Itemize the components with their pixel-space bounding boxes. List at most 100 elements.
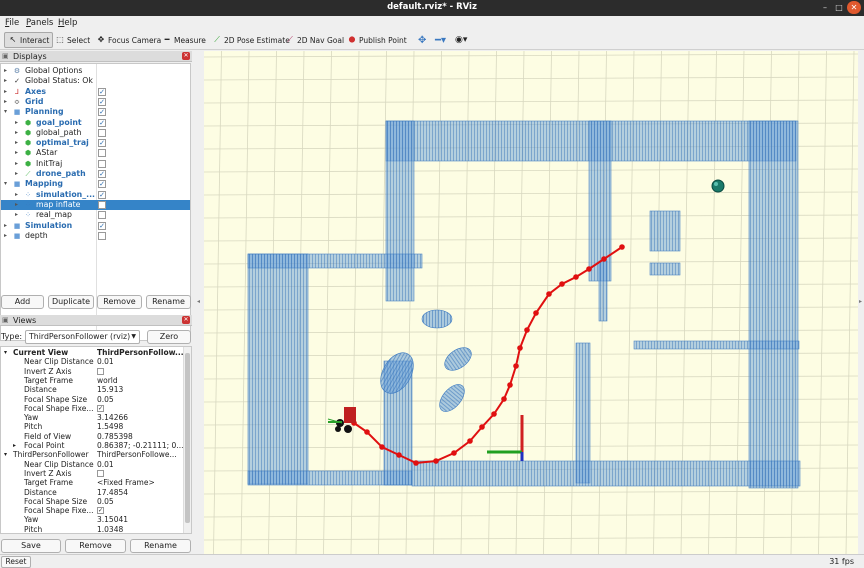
property-row[interactable]: Target Frame <Fixed Frame> <box>1 478 183 487</box>
expand-icon[interactable]: ▸ <box>15 128 18 138</box>
property-value[interactable]: 0.05 <box>97 497 183 506</box>
zero-button[interactable]: Zero <box>147 330 191 344</box>
expand-icon[interactable]: ▸ <box>4 87 7 97</box>
display-item[interactable]: ▸ ⁘ map inflate <box>1 199 190 211</box>
add-button[interactable]: Add <box>1 295 44 309</box>
zoom-out-icon[interactable]: ━▾ <box>435 32 446 48</box>
display-item[interactable]: ▸ ⚙ Global Options <box>1 66 190 76</box>
property-checkbox[interactable]: ✓ <box>97 404 104 412</box>
property-row[interactable]: Distance 17.4854 <box>1 488 183 497</box>
expand-icon[interactable]: ▸ <box>15 138 18 148</box>
expand-icon[interactable]: ▾ <box>4 348 7 357</box>
maximize-button[interactable]: □ <box>832 1 846 14</box>
enable-checkbox[interactable]: ✓ <box>98 108 106 117</box>
expand-open-icon[interactable]: ▾ <box>4 107 7 117</box>
menu-file[interactable]: File <box>5 18 19 28</box>
property-row[interactable]: Focal Shape Size 0.05 <box>1 395 183 404</box>
publish-point-tool[interactable]: ⬤ Publish Point <box>347 32 407 48</box>
select-tool[interactable]: ⬚ Select <box>55 32 90 48</box>
scene-canvas[interactable] <box>204 51 858 554</box>
enable-checkbox[interactable] <box>98 211 106 220</box>
expand-icon[interactable]: ▾ <box>4 450 7 459</box>
property-row[interactable]: Field of View 0.785398 <box>1 432 183 441</box>
display-item[interactable]: ▸ ⬢ AStar <box>1 148 190 158</box>
property-row[interactable]: Invert Z Axis <box>1 469 183 478</box>
enable-checkbox[interactable]: ✓ <box>98 139 106 148</box>
pose-estimate-tool[interactable]: ⟋ 2D Pose Estimate <box>212 32 290 48</box>
menu-panels[interactable]: Panels <box>26 18 53 28</box>
property-value[interactable]: 0.86387; -0.21111; 0.... <box>97 441 183 450</box>
expand-icon[interactable]: ▸ <box>4 66 7 76</box>
display-item[interactable]: ▸ ≎ Grid ✓ <box>1 97 190 107</box>
enable-checkbox[interactable]: ✓ <box>98 190 106 199</box>
display-item[interactable]: ▸ ⬢ goal_point ✓ <box>1 118 190 128</box>
enable-checkbox[interactable]: ✓ <box>98 221 106 230</box>
expand-open-icon[interactable]: ▾ <box>4 179 7 189</box>
enable-checkbox[interactable] <box>98 128 106 137</box>
remove-view-button[interactable]: Remove <box>65 539 126 553</box>
expand-icon[interactable]: ▸ <box>15 169 18 179</box>
view-icon[interactable]: ◉▾ <box>455 32 467 48</box>
property-checkbox[interactable] <box>97 469 104 477</box>
rename-display-button[interactable]: Rename <box>146 295 191 309</box>
display-item[interactable]: ▸ ⟋ drone_path ✓ <box>1 169 190 179</box>
expand-icon[interactable]: ▸ <box>4 231 7 241</box>
property-row[interactable]: Yaw 3.15041 <box>1 515 183 524</box>
enable-checkbox[interactable]: ✓ <box>98 170 106 178</box>
display-item[interactable]: ▸ ■ Simulation ✓ <box>1 221 190 231</box>
display-item[interactable]: ▾ ■ Mapping ✓ <box>1 179 190 189</box>
property-value[interactable]: 0.01 <box>97 357 183 366</box>
expand-icon[interactable]: ▸ <box>15 200 18 210</box>
property-row[interactable]: Focal Shape Size 0.05 <box>1 497 183 506</box>
display-item[interactable]: ▸ ⬢ optimal_traj ✓ <box>1 138 190 148</box>
property-value[interactable]: 3.15041 <box>97 515 183 524</box>
splitter-arrow-icon[interactable]: ▸ <box>859 298 862 305</box>
close-icon[interactable]: ✕ <box>182 52 190 60</box>
property-row[interactable]: Pitch 1.5498 <box>1 422 183 431</box>
property-checkbox[interactable] <box>97 367 104 375</box>
property-row[interactable]: ▸ Focal Point 0.86387; -0.21111; 0.... <box>1 441 183 450</box>
expand-icon[interactable]: ▸ <box>15 148 18 158</box>
enable-checkbox[interactable]: ✓ <box>98 87 106 96</box>
expand-icon[interactable]: ▸ <box>4 221 7 231</box>
display-item[interactable]: ▸ ⁘ real_map <box>1 210 190 220</box>
property-row[interactable]: Invert Z Axis <box>1 367 183 376</box>
property-value[interactable]: 0.05 <box>97 395 183 404</box>
display-item[interactable]: ▸ ⬢ global_path <box>1 128 190 138</box>
property-row[interactable]: Distance 15.913 <box>1 385 183 394</box>
expand-icon[interactable]: ▸ <box>4 76 7 86</box>
enable-checkbox[interactable]: ✓ <box>98 180 106 189</box>
property-row[interactable]: Focal Shape Fixe... ✓ <box>1 404 183 413</box>
remove-display-button[interactable]: Remove <box>97 295 142 309</box>
expand-icon[interactable]: ▸ <box>15 210 18 220</box>
display-item[interactable]: ▸ ⁘ simulation_... ✓ <box>1 190 190 200</box>
close-icon[interactable]: ✕ <box>182 316 190 324</box>
enable-checkbox[interactable]: ✓ <box>98 97 106 106</box>
save-button[interactable]: Save <box>1 539 61 553</box>
property-value[interactable]: 0.785398 <box>97 432 183 441</box>
scrollbar-thumb[interactable] <box>185 353 190 523</box>
expand-icon[interactable]: ▸ <box>13 441 16 450</box>
property-row[interactable]: Target Frame world <box>1 376 183 385</box>
reset-button[interactable]: Reset <box>1 556 31 568</box>
display-item[interactable]: ▸ ⬢ InitTraj <box>1 159 190 169</box>
rename-view-button[interactable]: Rename <box>130 539 191 553</box>
focus-camera-tool[interactable]: ✥ Focus Camera <box>96 32 162 48</box>
property-row[interactable]: Yaw 3.14266 <box>1 413 183 422</box>
property-value[interactable]: 3.14266 <box>97 413 183 422</box>
move-camera-icon[interactable]: ✥ <box>418 32 426 48</box>
render-viewport[interactable] <box>204 51 858 554</box>
enable-checkbox[interactable] <box>98 149 106 158</box>
property-row[interactable]: ▾ ThirdPersonFollower ThirdPersonFollowe..… <box>1 450 183 459</box>
property-value[interactable]: 1.0348 <box>97 525 183 533</box>
property-checkbox[interactable]: ✓ <box>97 507 104 515</box>
property-row[interactable]: Near Clip Distance 0.01 <box>1 460 183 469</box>
display-item[interactable]: ▸ ⅃ Axes ✓ <box>1 87 190 97</box>
display-item[interactable]: ▾ ■ Planning ✓ <box>1 107 190 117</box>
property-value[interactable]: 0.01 <box>97 460 183 469</box>
property-value[interactable]: 1.5498 <box>97 422 183 431</box>
enable-checkbox[interactable]: ✓ <box>98 118 106 127</box>
expand-icon[interactable]: ▸ <box>15 190 18 200</box>
expand-icon[interactable]: ▸ <box>15 159 18 169</box>
property-value[interactable]: ThirdPersonFollow... <box>97 348 183 357</box>
